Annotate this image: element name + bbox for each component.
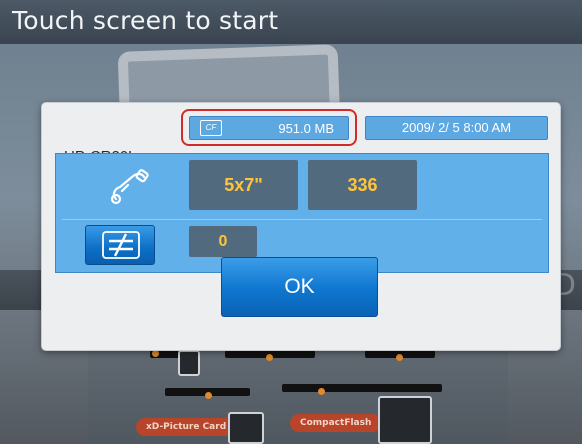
date-time-display: 2009/ 2/ 5 8:00 AM [365,116,548,140]
connection-cable-icon [110,169,149,205]
printer-status-dialog: CF 951.0 MB 2009/ 2/ 5 8:00 AM UP-CR20L … [42,103,560,350]
slot-indicator-dot [318,388,325,395]
counter-value: 0 [189,226,257,257]
xd-card-image [228,412,264,444]
compactflash-label: CompactFlash [290,414,382,432]
print-size-value: 5x7" [189,160,298,210]
card-slot [282,384,442,392]
media-capacity-button[interactable]: CF 951.0 MB [189,116,349,140]
xd-card-label: xD-Picture Card [136,418,237,436]
ok-button[interactable]: OK [221,257,378,317]
title-bar: Touch screen to start [0,0,582,44]
compactflash-card-image [378,396,432,444]
counter-action-button[interactable] [85,225,155,265]
slot-indicator-dot [266,354,273,361]
compactflash-card-icon: CF [200,120,222,136]
panel-divider [62,219,542,220]
memory-card-image [178,350,200,376]
slot-indicator-dot [396,354,403,361]
remaining-prints-value: 336 [308,160,417,210]
slot-indicator-dot [205,392,212,399]
screen-title: Touch screen to start [12,6,279,35]
media-capacity: 951.0 MB [278,121,334,136]
slot-indicator-dot [152,350,159,357]
print-settings-panel: 5x7" 336 0 [55,153,549,273]
slash-lines-icon [102,231,140,259]
